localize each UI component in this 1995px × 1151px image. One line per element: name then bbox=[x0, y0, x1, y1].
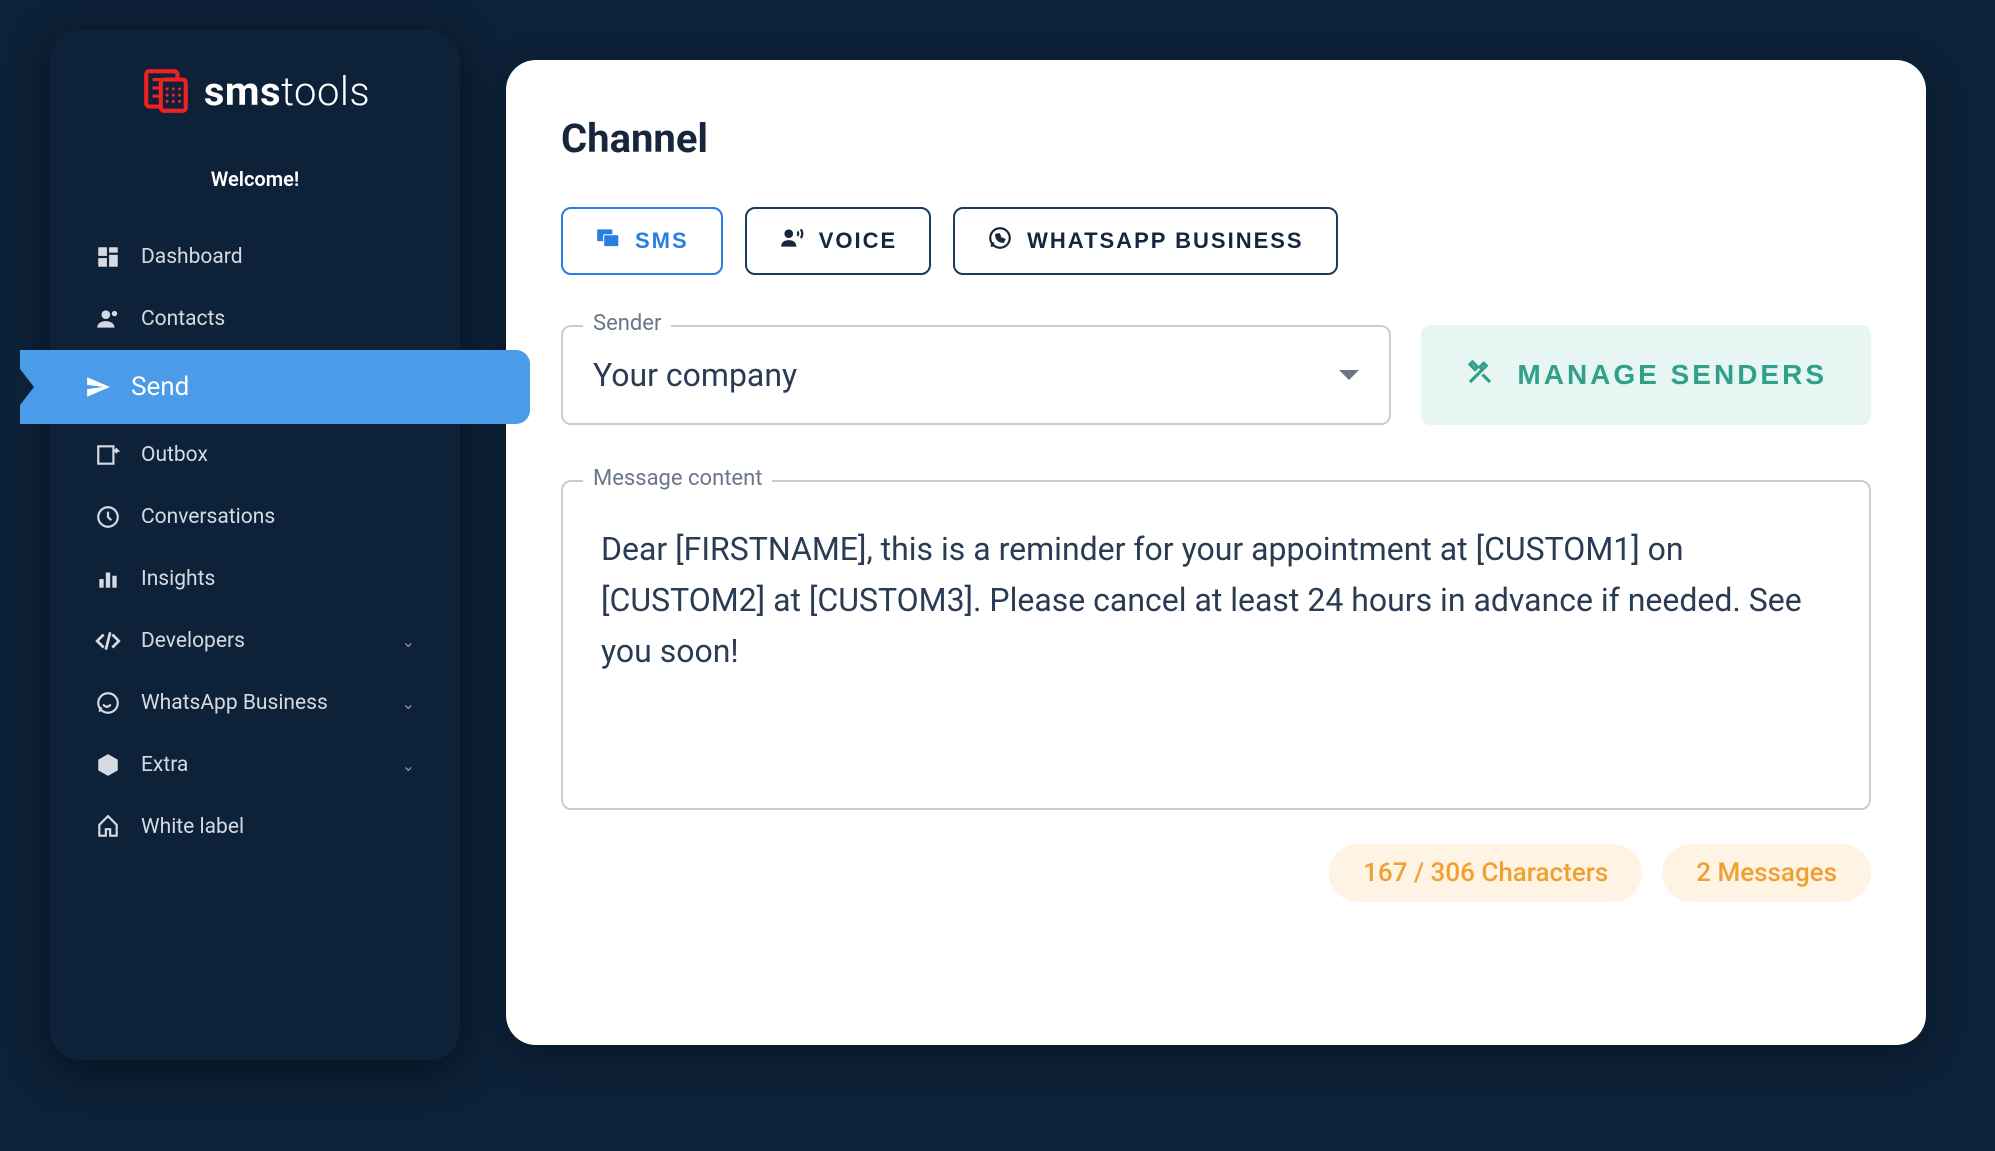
sidebar-item-insights[interactable]: Insights bbox=[50, 548, 460, 610]
tab-label: WHATSAPP BUSINESS bbox=[1027, 228, 1303, 254]
chevron-down-icon: ⌄ bbox=[402, 694, 415, 713]
tab-voice[interactable]: VOICE bbox=[745, 207, 931, 275]
sidebar-item-label: Insights bbox=[141, 567, 215, 591]
sidebar-item-label: Outbox bbox=[141, 443, 208, 467]
sidebar-item-label: Conversations bbox=[141, 505, 275, 529]
sidebar-item-label: Developers bbox=[141, 629, 245, 653]
contacts-icon bbox=[95, 306, 121, 332]
message-label: Message content bbox=[583, 466, 772, 491]
voice-icon bbox=[779, 225, 805, 257]
sidebar-item-outbox[interactable]: Outbox bbox=[50, 424, 460, 486]
tab-label: VOICE bbox=[819, 228, 897, 254]
whatsapp-icon bbox=[95, 690, 121, 716]
page-title: Channel bbox=[561, 115, 1871, 162]
tab-label: SMS bbox=[635, 228, 689, 254]
sidebar-item-white-label[interactable]: White label bbox=[50, 796, 460, 858]
white-label-icon bbox=[95, 814, 121, 840]
sidebar-item-label: Dashboard bbox=[141, 245, 243, 269]
insights-icon bbox=[95, 566, 121, 592]
sender-label: Sender bbox=[583, 311, 671, 336]
manage-senders-label: MANAGE SENDERS bbox=[1517, 359, 1827, 391]
dashboard-icon bbox=[95, 244, 121, 270]
sidebar-item-conversations[interactable]: Conversations bbox=[50, 486, 460, 548]
dropdown-arrow-icon bbox=[1339, 370, 1359, 380]
welcome-text: Welcome! bbox=[50, 167, 460, 191]
chevron-down-icon: ⌄ bbox=[402, 756, 415, 775]
logo-text: smstools bbox=[204, 68, 370, 115]
sender-select[interactable]: Your company bbox=[561, 325, 1391, 425]
extra-icon bbox=[95, 752, 121, 778]
tools-icon bbox=[1465, 357, 1495, 394]
chevron-down-icon: ⌄ bbox=[402, 632, 415, 651]
sidebar-item-whatsapp-business[interactable]: WhatsApp Business ⌄ bbox=[50, 672, 460, 734]
main-panel: Channel SMS VOICE WHATSAPP BUSINESS Send… bbox=[506, 60, 1926, 1045]
sidebar-item-label: Contacts bbox=[141, 307, 225, 331]
sidebar-item-dashboard[interactable]: Dashboard bbox=[50, 226, 460, 288]
developers-icon bbox=[95, 628, 121, 654]
sidebar-item-label: Extra bbox=[141, 753, 188, 777]
sidebar-item-label: WhatsApp Business bbox=[141, 691, 328, 715]
send-icon bbox=[85, 374, 111, 400]
sidebar-item-label: White label bbox=[141, 815, 244, 839]
tab-whatsapp-business[interactable]: WHATSAPP BUSINESS bbox=[953, 207, 1337, 275]
logo-icon bbox=[140, 65, 192, 117]
tab-sms[interactable]: SMS bbox=[561, 207, 723, 275]
message-textarea[interactable] bbox=[561, 480, 1871, 810]
sender-value: Your company bbox=[593, 356, 797, 394]
sidebar-item-contacts[interactable]: Contacts bbox=[50, 288, 460, 350]
sms-icon bbox=[595, 225, 621, 257]
logo: smstools bbox=[50, 65, 460, 117]
sidebar-item-developers[interactable]: Developers ⌄ bbox=[50, 610, 460, 672]
channel-tabs: SMS VOICE WHATSAPP BUSINESS bbox=[561, 207, 1871, 275]
conversations-icon bbox=[95, 504, 121, 530]
outbox-icon bbox=[95, 442, 121, 468]
sidebar-item-send[interactable]: Send bbox=[20, 350, 530, 424]
sidebar: smstools Welcome! Dashboard Contacts Sen… bbox=[50, 30, 460, 1060]
sidebar-item-label: Send bbox=[131, 372, 189, 402]
whatsapp-icon bbox=[987, 225, 1013, 257]
sidebar-item-extra[interactable]: Extra ⌄ bbox=[50, 734, 460, 796]
message-count-pill: 2 Messages bbox=[1662, 844, 1871, 902]
manage-senders-button[interactable]: MANAGE SENDERS bbox=[1421, 325, 1871, 425]
character-count-pill: 167 / 306 Characters bbox=[1329, 844, 1642, 902]
